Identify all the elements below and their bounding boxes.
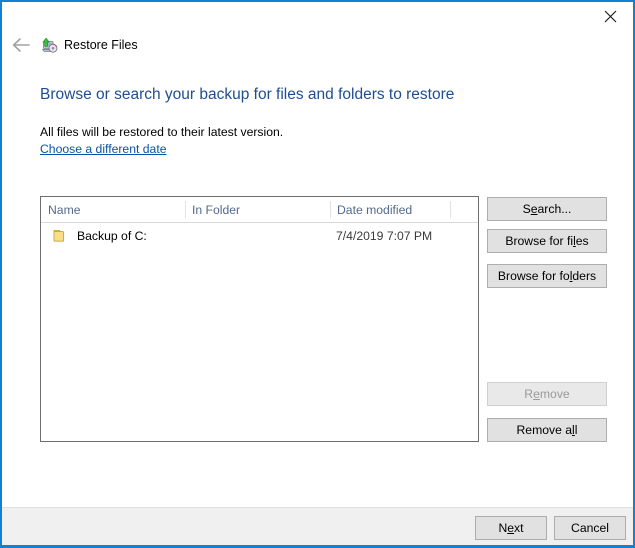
column-divider[interactable] [330,201,331,218]
next-button[interactable]: Next [475,516,547,540]
close-icon [604,10,617,23]
row-date-modified: 7/4/2019 7:07 PM [336,223,432,248]
button-label: es [576,234,589,248]
button-label: Browse for fo [498,269,570,283]
title-bar [2,2,633,32]
restore-files-icon [40,37,58,55]
backup-file-list[interactable]: Name In Folder Date modified Backup of C: 7… [40,196,479,442]
table-row[interactable]: Backup of C: 7/4/2019 7:07 PM [41,223,478,248]
button-label: R [524,387,533,401]
button-label: Cancel [571,521,609,535]
folder-icon [53,229,69,243]
column-header-label: Name [41,203,81,217]
page-subtext: All files will be restored to their late… [40,125,283,139]
restore-files-window: Restore Files Browse or search your back… [0,0,635,548]
window-title: Restore Files [64,38,138,52]
button-accelerator-char: e [507,521,514,535]
close-window-button[interactable] [587,2,633,31]
remove-all-button[interactable]: Remove all [487,418,607,442]
back-arrow-icon [11,37,31,58]
column-divider[interactable] [450,201,451,218]
row-name-label: Backup of C: [77,229,147,243]
button-label: Remove a [517,423,573,437]
button-label: move [540,387,570,401]
button-label: S [523,202,531,216]
search-button[interactable]: Search... [487,197,607,221]
choose-different-date-link[interactable]: Choose a different date [40,142,166,156]
button-label: ders [572,269,596,283]
button-label: Browse for fi [505,234,573,248]
button-label: l [575,423,578,437]
remove-button[interactable]: Remove [487,382,607,406]
list-column-headers: Name In Folder Date modified [41,197,478,223]
column-header-name[interactable]: Name [41,197,185,222]
column-header-in-folder[interactable]: In Folder [185,197,330,222]
page-title: Browse or search your backup for files a… [40,86,454,104]
column-header-date-modified[interactable]: Date modified [330,197,450,222]
button-label: N [498,521,507,535]
row-name-cell: Backup of C: [41,223,147,248]
cancel-button[interactable]: Cancel [554,516,626,540]
navigation-row: Restore Files [2,32,633,64]
button-label: xt [514,521,523,535]
button-label: arch... [538,202,572,216]
list-rows: Backup of C: 7/4/2019 7:07 PM [41,223,478,248]
dialog-footer: Next Cancel [2,507,633,545]
button-accelerator-char: e [533,387,540,401]
button-accelerator-char: e [531,202,538,216]
column-header-label: Date modified [330,203,412,217]
back-button[interactable] [8,34,34,60]
column-header-label: In Folder [185,203,240,217]
browse-for-folders-button[interactable]: Browse for folders [487,264,607,288]
browse-for-files-button[interactable]: Browse for files [487,229,607,253]
column-divider[interactable] [185,201,186,218]
